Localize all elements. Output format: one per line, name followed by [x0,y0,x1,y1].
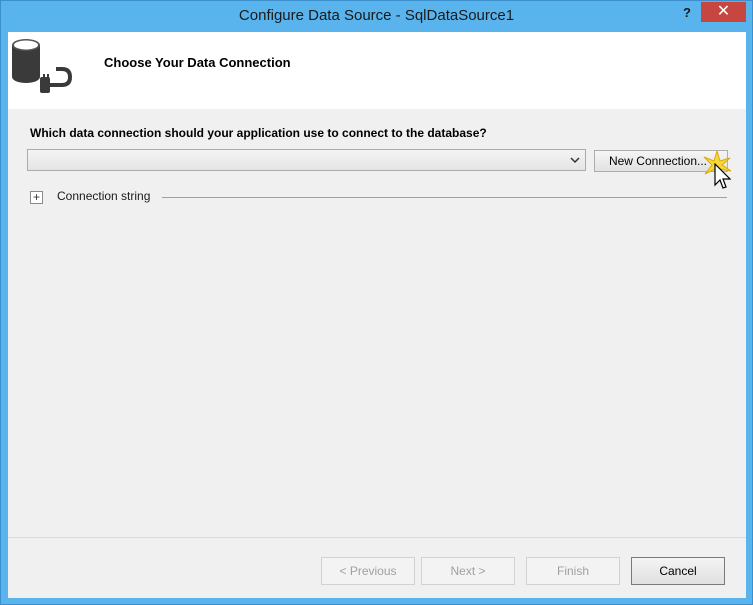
dialog-body: Choose Your Data Connection Which data c… [8,32,746,598]
window-title: Configure Data Source - SqlDataSource1 [238,7,515,24]
help-button[interactable]: ? [673,3,701,23]
next-button[interactable]: Next > [421,557,515,585]
mouse-cursor-icon [714,163,731,189]
connection-string-label: Connection string [57,189,151,203]
database-plug-icon [12,39,72,93]
previous-button[interactable]: < Previous [321,557,415,585]
title-bar[interactable]: Configure Data Source - SqlDataSource1 ?… [1,1,752,32]
close-button[interactable]: ✕ [701,2,746,22]
page-title: Choose Your Data Connection [104,55,291,70]
chevron-down-icon [570,157,580,164]
connection-dropdown[interactable] [27,149,586,171]
dialog-window: Configure Data Source - SqlDataSource1 ?… [0,0,753,605]
footer-divider [8,537,746,538]
wizard-header: Choose Your Data Connection [8,32,746,109]
connection-question-label: Which data connection should your applic… [30,126,487,140]
finish-button[interactable]: Finish [526,557,620,585]
section-divider [162,197,727,198]
expand-toggle[interactable]: + [30,191,43,204]
cancel-button[interactable]: Cancel [631,557,725,585]
